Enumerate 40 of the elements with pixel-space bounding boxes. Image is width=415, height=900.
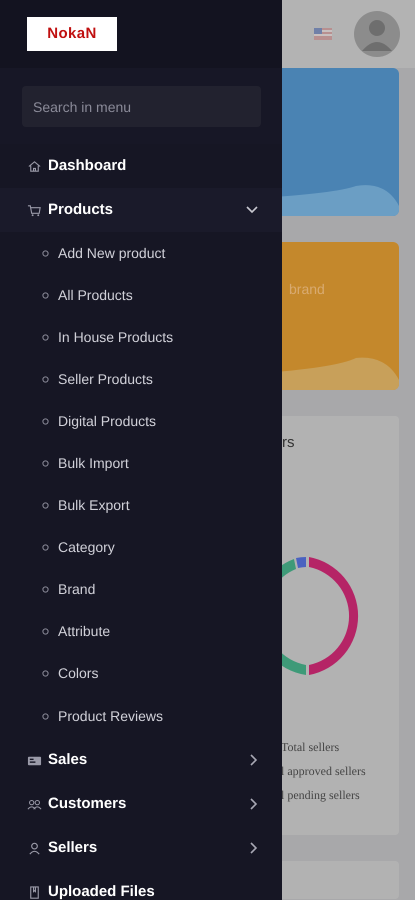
bullet-icon — [42, 586, 49, 594]
home-icon — [27, 158, 42, 174]
submenu-item[interactable]: Attribute — [58, 621, 110, 642]
submenu-item[interactable]: Colors — [58, 663, 98, 684]
submenu-item[interactable]: Bulk Import — [58, 453, 129, 474]
card-title: rs — [282, 433, 294, 453]
bullet-icon — [42, 712, 49, 720]
card-text: brand — [289, 280, 325, 299]
bullet-icon — [42, 544, 49, 552]
logo[interactable]: NokaN — [27, 17, 117, 51]
menu-label[interactable]: Uploaded Files — [48, 880, 258, 900]
file-icon — [27, 884, 42, 900]
submenu-item[interactable]: Seller Products — [58, 368, 153, 390]
submenu-item[interactable]: Bulk Export — [58, 495, 130, 516]
bullet-icon — [42, 460, 49, 468]
cart-icon — [27, 202, 42, 218]
submenu-item[interactable]: Digital Products — [58, 410, 156, 432]
bullet-icon — [42, 418, 49, 425]
submenu-item[interactable]: Category — [58, 537, 115, 558]
submenu-item[interactable]: In House Products — [58, 326, 174, 348]
bullet-icon — [42, 334, 49, 341]
bullet-icon — [42, 250, 49, 257]
bullet-icon — [42, 376, 49, 383]
menu-label[interactable]: Dashboard — [48, 154, 258, 178]
menu-label[interactable]: Customers — [48, 792, 250, 816]
legend-label: Total sellers — [281, 739, 340, 756]
submenu-item[interactable]: Brand — [58, 579, 96, 600]
user-icon — [27, 840, 42, 856]
menu-label[interactable]: Sales — [48, 748, 250, 772]
bullet-icon — [42, 670, 49, 678]
search-field[interactable]: Search in menu — [22, 86, 261, 127]
flag-icon[interactable] — [314, 28, 332, 40]
submenu-item[interactable]: Product Reviews — [58, 706, 164, 727]
submenu-item[interactable]: All Products — [58, 284, 133, 306]
bullet-icon — [42, 628, 49, 636]
submenu-item[interactable]: Add New product — [58, 242, 166, 264]
avatar-icon[interactable] — [354, 11, 400, 57]
bullet-icon — [42, 502, 49, 510]
bullet-icon — [42, 292, 49, 299]
menu-label[interactable]: Sellers — [48, 836, 250, 860]
